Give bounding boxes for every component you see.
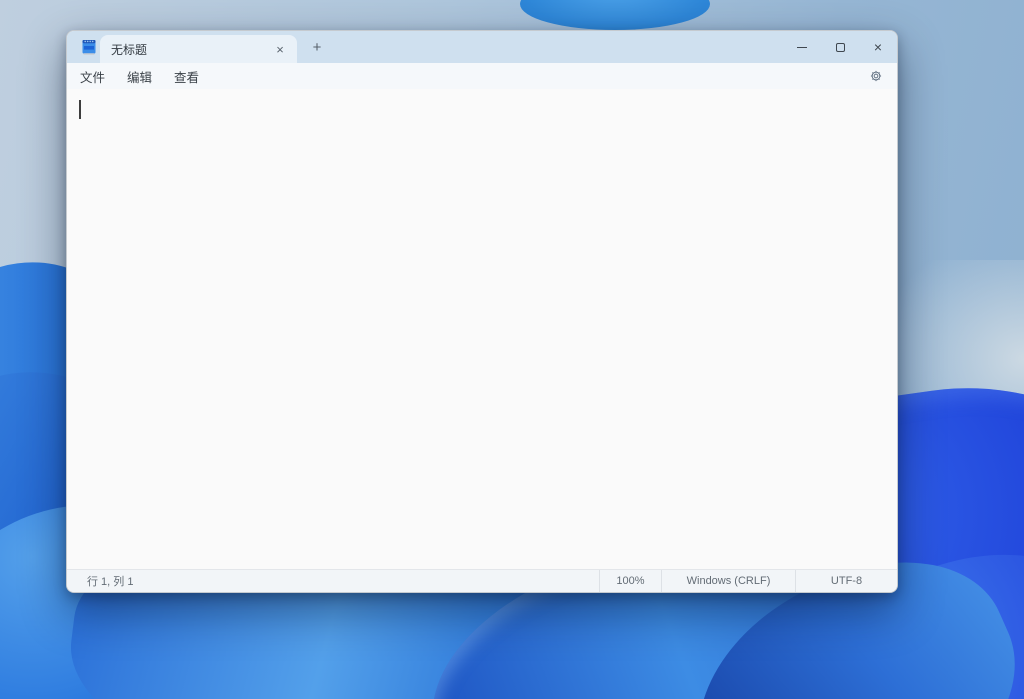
statusbar: 行 1, 列 1 100% Windows (CRLF) UTF-8 <box>67 569 897 592</box>
close-button[interactable]: × <box>859 31 897 63</box>
desktop-wallpaper: 无标题 × + × 文件 编辑 查看 <box>0 0 1024 699</box>
gear-icon <box>869 69 883 83</box>
window-controls: × <box>783 31 897 63</box>
menu-view[interactable]: 查看 <box>163 64 210 89</box>
tab-close-icon[interactable]: × <box>271 40 289 58</box>
maximize-icon <box>836 43 845 52</box>
settings-button[interactable] <box>863 64 889 88</box>
text-caret <box>79 100 81 119</box>
line-ending[interactable]: Windows (CRLF) <box>661 570 795 592</box>
new-tab-button[interactable]: + <box>305 36 329 58</box>
tab-untitled[interactable]: 无标题 × <box>100 35 297 63</box>
wallpaper-top-dome <box>520 0 710 30</box>
minimize-icon <box>797 47 807 48</box>
minimize-button[interactable] <box>783 31 821 63</box>
maximize-button[interactable] <box>821 31 859 63</box>
tab-title: 无标题 <box>111 41 271 58</box>
encoding[interactable]: UTF-8 <box>795 570 897 592</box>
notepad-icon <box>80 38 98 56</box>
menu-file[interactable]: 文件 <box>69 64 116 89</box>
zoom-level[interactable]: 100% <box>599 570 661 592</box>
close-icon: × <box>874 40 882 54</box>
titlebar[interactable]: 无标题 × + × <box>67 31 897 63</box>
cursor-position: 行 1, 列 1 <box>67 573 599 589</box>
menu-edit[interactable]: 编辑 <box>116 64 163 89</box>
menubar: 文件 编辑 查看 <box>67 63 897 89</box>
notepad-window: 无标题 × + × 文件 编辑 查看 <box>66 30 898 593</box>
editor-textarea[interactable] <box>67 89 897 569</box>
